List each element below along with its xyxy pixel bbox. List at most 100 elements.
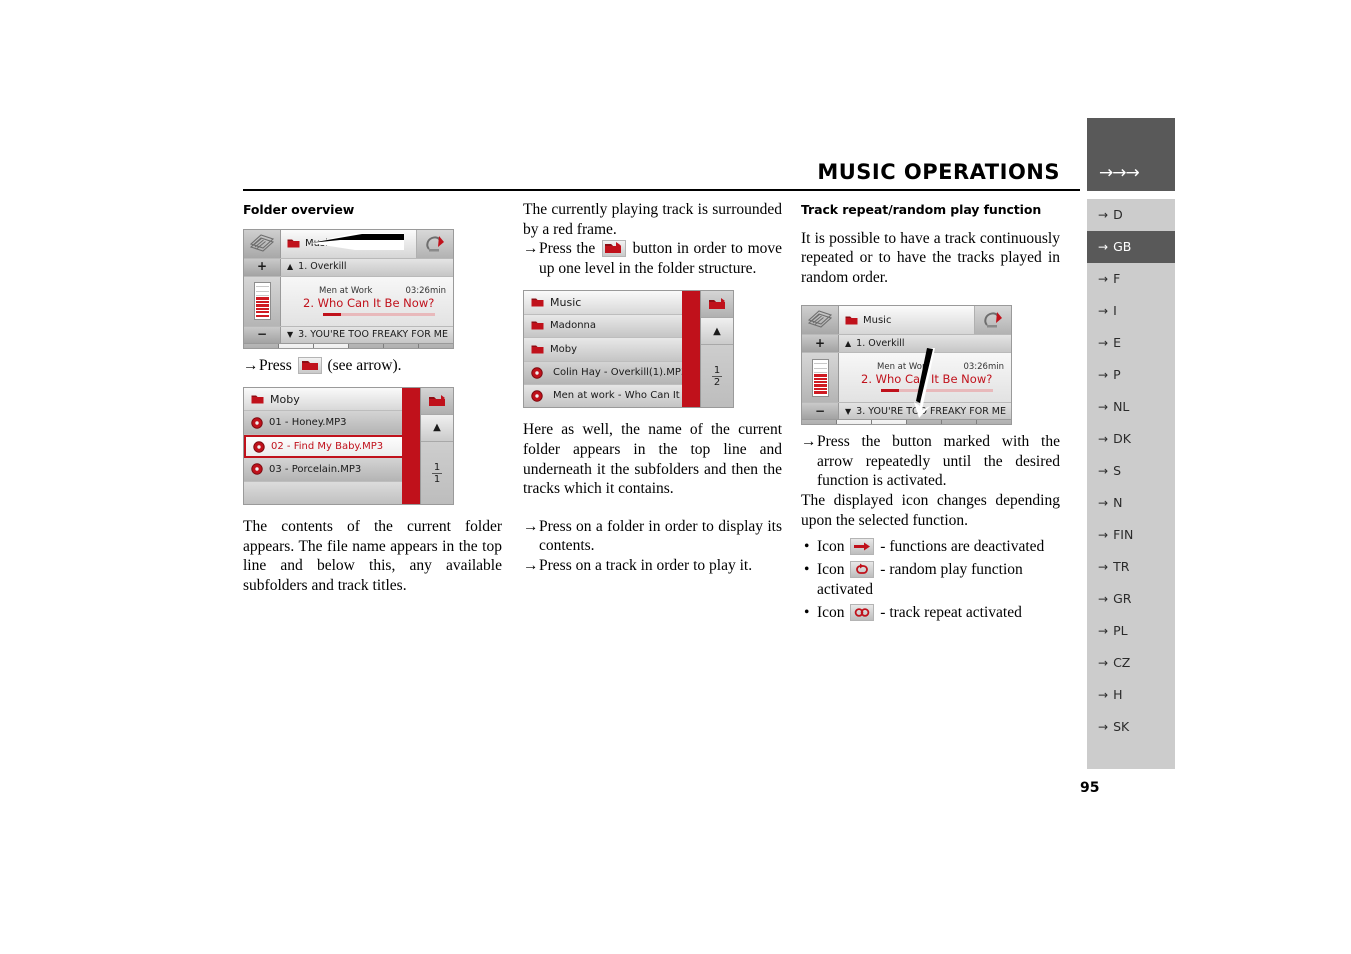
column-playing-track: The currently playing track is surrounde… [523, 200, 782, 576]
list-item[interactable]: Men at work - Who Can It . [524, 384, 702, 408]
previous-track-row[interactable]: ▲ 1. Overkill [281, 258, 453, 276]
folder-list-music: Music Madonna Moby Colin Hay - Overkill(1).… [524, 291, 702, 408]
audio-settings-button[interactable] [417, 229, 453, 258]
volume-down-button[interactable]: − [244, 326, 281, 343]
scroll-down-button[interactable]: ▼ [421, 504, 453, 505]
sidebar-item-cz[interactable]: → CZ [1087, 647, 1175, 679]
current-folder-title-bar[interactable]: Music [839, 306, 975, 335]
list-item-label: 02 - Find My Baby.MP3 [271, 440, 384, 452]
volume-down-button[interactable]: − [802, 403, 839, 420]
volume-icon-button[interactable] [802, 420, 837, 425]
pause-button[interactable] [837, 420, 872, 425]
next-track-row[interactable]: ▼ 3. YOU'RE TOO FREAKY FOR ME [281, 326, 453, 343]
volume-up-button[interactable]: + [244, 258, 281, 276]
rewind-button[interactable] [384, 343, 419, 348]
bullet-random-play: Icon - random play function activated [801, 560, 1060, 600]
sidebar-item-label: E [1113, 335, 1121, 350]
sidebar-item-s[interactable]: → S [1087, 455, 1175, 487]
forward-button[interactable] [977, 420, 1011, 425]
bullet-prefix: Icon [817, 604, 845, 622]
previous-track-label: 1. Overkill [856, 338, 905, 350]
sidebar-item-nl[interactable]: → NL [1087, 391, 1175, 423]
progress-bar[interactable] [881, 389, 993, 393]
sidebar-item-label: CZ [1113, 655, 1131, 670]
bullet-suffix: - track repeat activated [880, 604, 1022, 622]
scroll-up-button[interactable]: ▲ [421, 415, 453, 443]
list-item[interactable]: 01 - Honey.MP3 [244, 411, 422, 435]
arrow-right-icon: → [1098, 272, 1109, 286]
current-folder-title-bar[interactable]: Music [281, 229, 417, 258]
sidebar-item-d[interactable]: → D [1087, 199, 1175, 231]
instruction-press-up-level: Press the button in order to move up one… [523, 239, 782, 278]
arrow-right-icon: → [1098, 624, 1109, 638]
scroll-indicator-bar [682, 291, 700, 408]
bullet-suffix: - functions are deactivated [880, 538, 1045, 556]
next-track-label: 3. YOU'RE TOO FREAKY FOR ME [856, 405, 1007, 417]
play-mode-button[interactable] [349, 343, 384, 348]
volume-icon-button[interactable] [244, 343, 279, 348]
level-meter-bars [253, 282, 271, 320]
sidebar-item-pl[interactable]: → PL [1087, 615, 1175, 647]
page-indicator: 1 2 [701, 345, 733, 407]
audio-settings-button[interactable] [975, 306, 1011, 335]
stop-button[interactable] [314, 343, 349, 348]
book-icon-button[interactable] [802, 306, 839, 335]
sidebar-item-dk[interactable]: → DK [1087, 423, 1175, 455]
list-item[interactable]: Moby [524, 338, 702, 362]
list-item[interactable]: Madonna [524, 314, 702, 339]
sidebar-item-sk[interactable]: → SK [1087, 711, 1175, 743]
sidebar-item-label: NL [1113, 399, 1130, 414]
paragraph-red-frame: The currently playing track is surrounde… [523, 201, 782, 238]
folder-list-moby: Moby 01 - Honey.MP3 02 - Find My Baby.MP3 0… [244, 388, 422, 505]
sidebar-item-label: DK [1113, 431, 1131, 446]
progress-bar[interactable] [323, 312, 435, 316]
bullet-track-repeat: Icon - track repeat activated [801, 603, 1060, 623]
sidebar-item-e[interactable]: → E [1087, 327, 1175, 359]
page-indicator: 1 1 [421, 442, 453, 504]
list-item[interactable]: 03 - Porcelain.MP3 [244, 458, 422, 482]
sidebar-item-gr[interactable]: → GR [1087, 583, 1175, 615]
sidebar-item-label: P [1113, 367, 1121, 382]
scroll-up-button[interactable]: ▲ [701, 318, 733, 346]
sidebar-item-fin[interactable]: → FIN [1087, 519, 1175, 551]
list-item[interactable]: Colin Hay - Overkill(1).MP3 [524, 361, 702, 385]
scroll-indicator-bar [402, 388, 420, 505]
sidebar-item-tr[interactable]: → TR [1087, 551, 1175, 583]
next-track-row[interactable]: ▼ 3. YOU'RE TOO FREAKY FOR ME [839, 403, 1011, 420]
forward-button[interactable] [419, 343, 453, 348]
section-heading-track-repeat: Track repeat/random play function [801, 202, 1042, 217]
pause-button[interactable] [279, 343, 314, 348]
list-item-label: 01 - Honey.MP3 [269, 416, 347, 428]
list-item[interactable]: 02 - Find My Baby.MP3 [244, 434, 422, 459]
list-item-label: Men at work - Who Can It . [553, 390, 687, 402]
current-track-label: 2. Who Can It Be Now? [861, 372, 993, 387]
instruction-press-repeatedly: Press the button marked with the arrow r… [801, 432, 1060, 491]
list-item-label: Moby [550, 343, 578, 355]
list-header-row: Music [524, 291, 702, 315]
scroll-down-button[interactable]: ▼ [701, 407, 733, 408]
now-playing-panel: Men at Work 03:26min 2. Who Can It Be No… [839, 353, 1011, 403]
volume-up-button[interactable]: + [802, 335, 839, 353]
sidebar-item-p[interactable]: → P [1087, 359, 1175, 391]
arrow-right-icon: → [1098, 304, 1109, 318]
rewind-button[interactable] [942, 420, 977, 425]
book-icon-button[interactable] [244, 229, 281, 258]
sidebar-item-f[interactable]: → F [1087, 263, 1175, 295]
sidebar-item-h[interactable]: → H [1087, 679, 1175, 711]
arrow-right-icon: → [1098, 336, 1109, 350]
sidebar-item-gb[interactable]: → GB [1087, 231, 1175, 263]
previous-track-row[interactable]: ▲ 1. Overkill [839, 335, 1011, 353]
now-playing-panel: Men at Work 03:26min 2. Who Can It Be No… [281, 276, 453, 326]
sidebar-item-i[interactable]: → I [1087, 295, 1175, 327]
sidebar-item-n[interactable]: → N [1087, 487, 1175, 519]
play-mode-button[interactable] [907, 420, 942, 425]
level-meter-bars [811, 358, 829, 397]
current-track-label: 2. Who Can It Be Now? [303, 295, 435, 310]
sidebar-item-label: N [1113, 495, 1123, 510]
folder-up-button[interactable] [421, 388, 453, 416]
list-header-row: Moby [244, 388, 422, 412]
track-icon [251, 463, 263, 476]
stop-button[interactable] [872, 420, 907, 425]
arrow-right-icon: → [1098, 240, 1109, 254]
folder-up-button[interactable] [701, 291, 733, 319]
